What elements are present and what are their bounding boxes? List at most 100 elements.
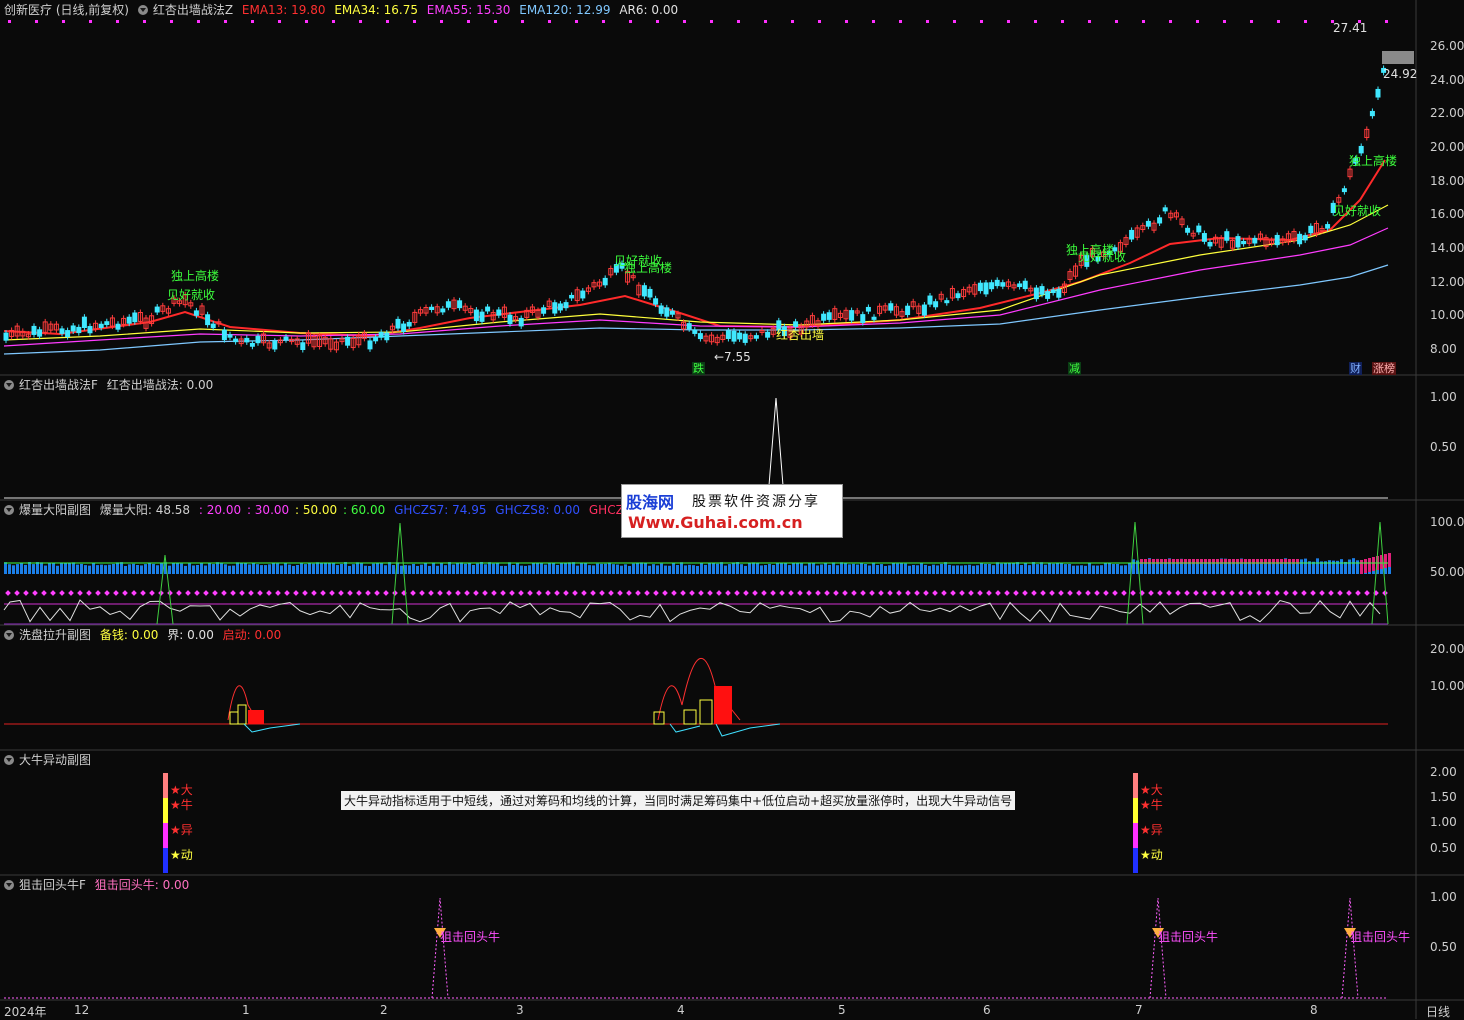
dropdown-icon[interactable] bbox=[4, 880, 14, 890]
volume-bar bbox=[340, 563, 343, 574]
diamond-marker bbox=[1112, 590, 1118, 596]
volume-bar bbox=[784, 563, 787, 574]
volume-bar bbox=[816, 565, 819, 574]
volume-bar bbox=[1076, 565, 1079, 574]
diamond-marker bbox=[1130, 590, 1136, 596]
diamond-marker bbox=[509, 590, 515, 596]
volume-bar bbox=[1036, 564, 1039, 574]
y-tick: 8.00 bbox=[1430, 342, 1457, 356]
diamond-marker bbox=[563, 590, 569, 596]
panel3-name[interactable]: 洗盘拉升副图 bbox=[19, 628, 91, 642]
volume-bar bbox=[568, 562, 571, 574]
diamond-marker bbox=[140, 590, 146, 596]
volume-bar bbox=[368, 565, 371, 574]
badge-cai: 财 bbox=[1349, 362, 1362, 375]
star-label: ★大 bbox=[1140, 783, 1163, 797]
volume-bar bbox=[1328, 560, 1331, 574]
volume-bar bbox=[12, 565, 15, 574]
volume-bar bbox=[900, 563, 903, 574]
volume-bar bbox=[136, 565, 139, 574]
candle-body bbox=[871, 316, 877, 320]
diamond-marker bbox=[662, 590, 668, 596]
low-price-label: ←7.55 bbox=[714, 350, 751, 364]
volume-bar bbox=[408, 565, 411, 574]
signal-label: 见好就收 bbox=[1078, 250, 1127, 264]
signal-label: 独上高楼 bbox=[624, 261, 673, 275]
volume-bar-top bbox=[1384, 554, 1387, 568]
volume-bar bbox=[128, 564, 131, 574]
diamond-marker bbox=[59, 590, 65, 596]
candle-body bbox=[955, 293, 961, 299]
signal-dot bbox=[683, 20, 686, 23]
volume-bar bbox=[620, 565, 623, 574]
diamond-marker bbox=[329, 590, 335, 596]
candle-body bbox=[563, 302, 569, 309]
panel2-v1: : 20.00 bbox=[198, 503, 242, 517]
volume-bar bbox=[532, 562, 535, 574]
diamond-marker bbox=[284, 590, 290, 596]
volume-bar bbox=[468, 562, 471, 574]
diamond-marker bbox=[230, 590, 236, 596]
candle-body bbox=[569, 294, 575, 299]
volume-bar bbox=[420, 564, 423, 574]
dropdown-icon[interactable] bbox=[4, 755, 14, 765]
stock-title[interactable]: 创新医疗 (日线,前复权) bbox=[4, 3, 129, 17]
panel3-v2: 界: 0.00 bbox=[167, 628, 214, 642]
diamond-marker bbox=[266, 590, 272, 596]
volume-bar bbox=[692, 565, 695, 574]
diamond-marker bbox=[545, 590, 551, 596]
candle-body bbox=[641, 285, 647, 297]
volume-bar bbox=[352, 564, 355, 574]
diamond-marker bbox=[221, 590, 227, 596]
volume-bar bbox=[280, 565, 283, 574]
signal-dot bbox=[1088, 20, 1091, 23]
volume-bar bbox=[604, 563, 607, 574]
dropdown-icon[interactable] bbox=[4, 380, 14, 390]
diamond-marker bbox=[122, 590, 128, 596]
y-tick: 14.00 bbox=[1430, 241, 1464, 255]
panel5-name[interactable]: 狙击回头牛F bbox=[19, 878, 86, 892]
watermark-url: Www.Guhai.com.cn bbox=[628, 513, 803, 532]
volume-bar bbox=[920, 562, 923, 574]
volume-bar bbox=[460, 562, 463, 574]
volume-bar bbox=[628, 565, 631, 574]
diamond-marker bbox=[500, 590, 506, 596]
volume-bar bbox=[272, 562, 275, 574]
panel1-name[interactable]: 红杏出墙战法F bbox=[19, 378, 98, 392]
volume-bar bbox=[956, 565, 959, 574]
volume-bar bbox=[32, 564, 35, 574]
panel1-header: 红杏出墙战法F 红杏出墙战法: 0.00 bbox=[4, 377, 218, 393]
badge-zhangbang: 涨榜 bbox=[1372, 362, 1396, 375]
panel4-name[interactable]: 大牛异动副图 bbox=[19, 753, 91, 767]
candle-body bbox=[1033, 287, 1039, 300]
diamond-marker bbox=[347, 590, 353, 596]
dropdown-icon[interactable] bbox=[4, 505, 14, 515]
dropdown-icon[interactable] bbox=[137, 5, 148, 15]
diamond-marker bbox=[941, 590, 947, 596]
volume-bar bbox=[36, 562, 39, 574]
diamond-marker bbox=[734, 590, 740, 596]
x-tick: 7 bbox=[1135, 1003, 1143, 1017]
panel2-name[interactable]: 爆量大阳副图 bbox=[19, 503, 91, 517]
period-label[interactable]: 日线 bbox=[1426, 1003, 1450, 1020]
volume-bar bbox=[132, 563, 135, 574]
candle-body bbox=[1022, 280, 1028, 290]
ema55-line bbox=[3, 227, 1389, 347]
diamond-marker bbox=[1328, 590, 1334, 596]
volume-bar bbox=[892, 562, 895, 574]
candle-body bbox=[249, 342, 255, 347]
dropdown-icon[interactable] bbox=[4, 630, 14, 640]
diamond-marker bbox=[878, 590, 884, 596]
diamond-marker bbox=[41, 590, 47, 596]
volume-bar bbox=[1096, 565, 1099, 574]
diamond-marker bbox=[1049, 590, 1055, 596]
volume-bar bbox=[152, 563, 155, 574]
candle-body bbox=[210, 323, 216, 329]
candle-body bbox=[384, 332, 390, 341]
volume-bar bbox=[736, 562, 739, 574]
candle-body bbox=[697, 333, 703, 340]
signal-dot bbox=[872, 20, 875, 23]
indicator-name[interactable]: 红杏出墙战法Z bbox=[153, 3, 233, 17]
diamond-marker bbox=[1013, 590, 1019, 596]
volume-bar bbox=[20, 563, 23, 574]
